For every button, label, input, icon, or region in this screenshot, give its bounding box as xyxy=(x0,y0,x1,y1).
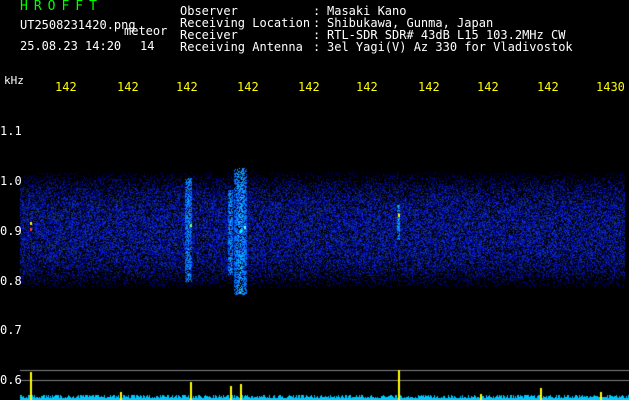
mode-text: meteor xyxy=(124,24,168,38)
freq-label: 142 xyxy=(356,80,378,94)
antenna-label: Receiving Antenna xyxy=(180,40,303,54)
app-brand: HROFFT xyxy=(20,0,103,14)
power-label: 1.1 xyxy=(0,124,22,138)
freq-label: 142 xyxy=(418,80,440,94)
freq-label: 142 xyxy=(237,80,259,94)
antenna-value: 3el Yagi(V) Az 330 for Vladivostok xyxy=(327,40,573,54)
power-label: 0.9 xyxy=(0,224,22,238)
freq-label: 142 xyxy=(55,80,77,94)
power-label: 0.7 xyxy=(0,323,22,337)
power-label: 0.6 xyxy=(0,373,22,387)
freq-label: 142 xyxy=(176,80,198,94)
khz-unit-label: kHz xyxy=(4,74,24,87)
filename-text: UT2508231420.png xyxy=(20,18,136,32)
power-label: 0.8 xyxy=(0,274,22,288)
freq-label: 1430 xyxy=(596,80,625,94)
datetime-text: 25.08.23 14:20 xyxy=(20,39,122,53)
antenna-sep: : xyxy=(313,40,321,54)
freq-label: 142 xyxy=(477,80,499,94)
power-label: 1.0 xyxy=(0,174,22,188)
freq-label: 142 xyxy=(117,80,139,94)
hour-text: 14 xyxy=(140,39,155,53)
freq-label: 142 xyxy=(298,80,320,94)
freq-label: 142 xyxy=(537,80,559,94)
spectrogram-canvas xyxy=(0,0,629,400)
